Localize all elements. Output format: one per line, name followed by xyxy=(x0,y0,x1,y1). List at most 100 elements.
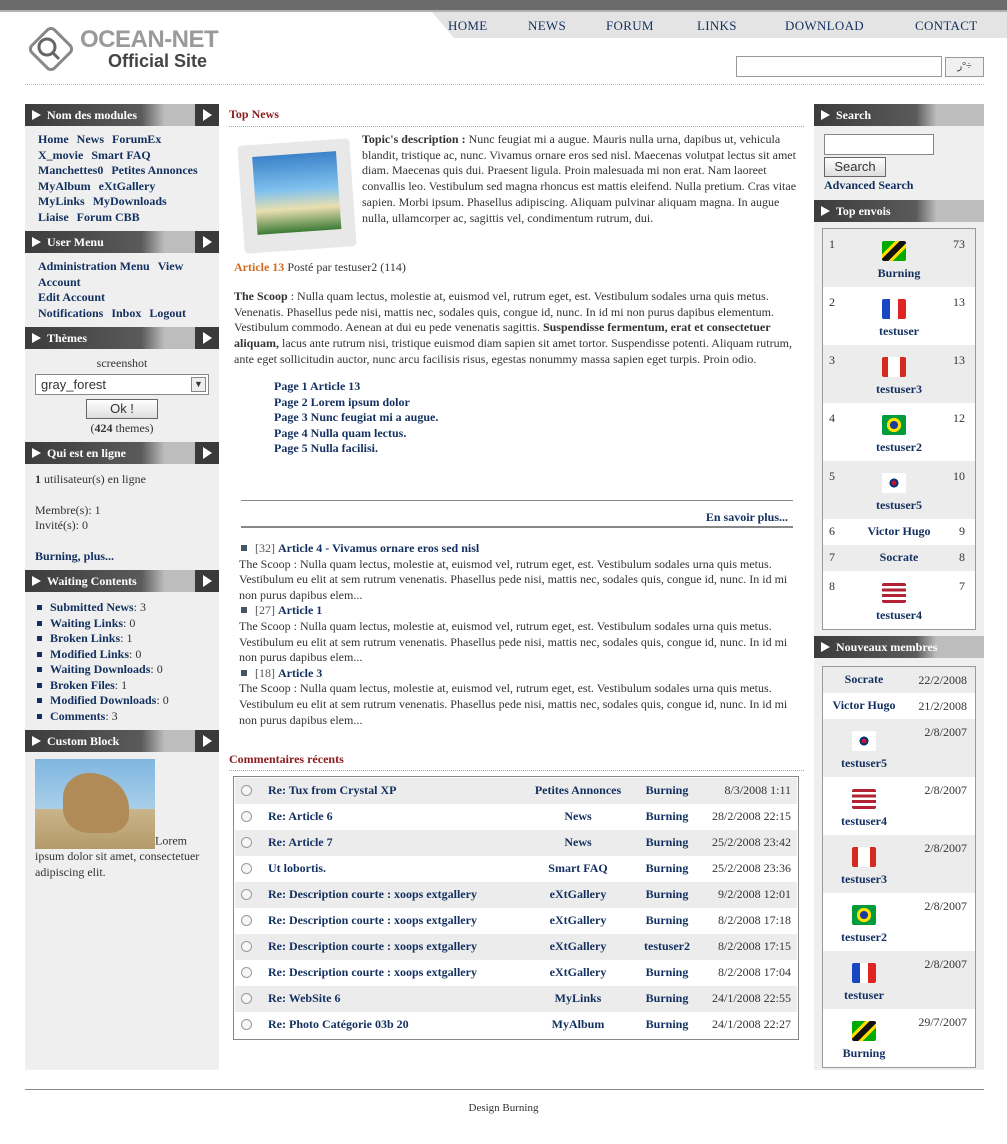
module-link-smartfaq[interactable]: Smart FAQ xyxy=(91,148,150,162)
collapse-arrow-icon[interactable] xyxy=(195,570,219,592)
table-row[interactable]: Re: WebSite 6 MyLinks Burning 24/1/2008 22:… xyxy=(235,986,797,1012)
logout-link[interactable]: Logout xyxy=(149,306,186,320)
page-link[interactable]: Page 2 Lorem ipsum dolor xyxy=(274,395,438,411)
waiting-item-link[interactable]: Modified Links xyxy=(50,647,129,661)
module-link-liaise[interactable]: Liaise xyxy=(38,210,69,224)
nav-contact[interactable]: CONTACT xyxy=(915,18,977,34)
member-name[interactable]: testuser4 xyxy=(823,814,905,829)
poster-name[interactable]: testuser3 xyxy=(823,382,975,397)
admin-menu-link[interactable]: Administration Menu xyxy=(38,259,150,273)
module-link-xmovie[interactable]: X_movie xyxy=(38,148,83,162)
member-name[interactable]: Victor Hugo xyxy=(823,698,905,713)
sidebar-search-input[interactable] xyxy=(824,134,934,155)
online-more-link[interactable]: Burning, plus... xyxy=(35,549,114,563)
waiting-item-link[interactable]: Broken Files xyxy=(50,678,115,692)
waiting-item-link[interactable]: Waiting Downloads xyxy=(50,662,150,676)
waiting-item-link[interactable]: Submitted News xyxy=(50,600,134,614)
news-item-link[interactable]: Article 3 xyxy=(278,666,322,680)
poster-name[interactable]: testuser5 xyxy=(823,498,975,513)
module-link-petites-annonces[interactable]: Petites Annonces xyxy=(111,163,197,177)
member-name[interactable]: testuser3 xyxy=(823,872,905,887)
member-name[interactable]: testuser2 xyxy=(823,930,905,945)
comment-user[interactable]: Burning xyxy=(635,960,699,984)
comment-title[interactable]: Re: Description courte : xoops extgaller… xyxy=(268,960,477,984)
nav-forum[interactable]: FORUM xyxy=(606,18,654,34)
table-row[interactable]: Re: Article 6 News Burning 28/2/2008 22:15 xyxy=(235,804,797,830)
poster-name[interactable]: testuser4 xyxy=(823,608,975,623)
comment-module[interactable]: MyAlbum xyxy=(518,1012,638,1036)
comment-module[interactable]: Smart FAQ xyxy=(518,856,638,880)
poster-name[interactable]: testuser2 xyxy=(823,440,975,455)
header-search-button[interactable]: ر°÷ xyxy=(945,57,984,77)
waiting-item-link[interactable]: Modified Downloads xyxy=(50,693,156,707)
comment-user[interactable]: Burning xyxy=(635,856,699,880)
comment-title[interactable]: Re: Article 6 xyxy=(268,804,333,828)
news-item-link[interactable]: Article 4 - Vivamus ornare eros sed nisl xyxy=(278,541,479,555)
comment-module[interactable]: eXtGallery xyxy=(518,882,638,906)
comment-title[interactable]: Re: WebSite 6 xyxy=(268,986,340,1010)
comment-module[interactable]: News xyxy=(518,830,638,854)
collapse-arrow-icon[interactable] xyxy=(195,327,219,349)
comment-title[interactable]: Re: Article 7 xyxy=(268,830,333,854)
chevron-down-icon[interactable]: ▼ xyxy=(191,376,206,392)
page-link[interactable]: Page 1 Article 13 xyxy=(274,379,438,395)
table-row[interactable]: Re: Tux from Crystal XP Petites Annonces B… xyxy=(235,778,797,804)
comment-module[interactable]: eXtGallery xyxy=(518,934,638,958)
comment-user[interactable]: Burning xyxy=(635,882,699,906)
comment-user[interactable]: Burning xyxy=(635,804,699,828)
member-name[interactable]: Burning xyxy=(823,1046,905,1061)
comment-title[interactable]: Re: Description courte : xoops extgaller… xyxy=(268,908,477,932)
module-link-forumex[interactable]: ForumEx xyxy=(112,132,161,146)
member-name[interactable]: testuser5 xyxy=(823,756,905,771)
collapse-arrow-icon[interactable] xyxy=(195,231,219,253)
collapse-arrow-icon[interactable] xyxy=(195,442,219,464)
poster-name[interactable]: Socrate xyxy=(823,550,975,565)
theme-ok-button[interactable]: Ok ! xyxy=(86,398,158,419)
edit-account-link[interactable]: Edit Account xyxy=(38,290,105,304)
table-row[interactable]: Re: Photo Catégorie 03b 20 MyAlbum Burning… xyxy=(235,1012,797,1038)
module-link-home[interactable]: Home xyxy=(38,132,69,146)
comment-user[interactable]: Burning xyxy=(635,908,699,932)
nav-download[interactable]: DOWNLOAD xyxy=(785,18,864,34)
poster-name[interactable]: Victor Hugo xyxy=(823,524,975,539)
notifications-link[interactable]: Notifications xyxy=(38,306,103,320)
advanced-search-link[interactable]: Advanced Search xyxy=(824,178,966,194)
comment-user[interactable]: Burning xyxy=(635,1012,699,1036)
theme-select[interactable]: gray_forest ▼ xyxy=(35,373,209,395)
news-item-link[interactable]: Article 1 xyxy=(278,603,322,617)
comment-module[interactable]: Petites Annonces xyxy=(518,778,638,802)
comment-module[interactable]: eXtGallery xyxy=(518,960,638,984)
site-logo[interactable]: OCEAN-NET Official Site xyxy=(26,22,226,78)
module-link-manchettes[interactable]: Manchettes0 xyxy=(38,163,103,177)
inbox-link[interactable]: Inbox xyxy=(111,306,141,320)
table-row[interactable]: Re: Description courte : xoops extgaller… xyxy=(235,882,797,908)
table-row[interactable]: Re: Description courte : xoops extgaller… xyxy=(235,908,797,934)
article-link[interactable]: Article 13 xyxy=(234,260,284,274)
collapse-arrow-icon[interactable] xyxy=(195,730,219,752)
comment-title[interactable]: Re: Description courte : xoops extgaller… xyxy=(268,882,477,906)
module-link-mylinks[interactable]: MyLinks xyxy=(38,194,85,208)
waiting-item-link[interactable]: Comments xyxy=(50,709,105,723)
nav-news[interactable]: NEWS xyxy=(528,18,566,34)
read-more-link[interactable]: En savoir plus... xyxy=(706,510,788,524)
page-link[interactable]: Page 5 Nulla facilisi. xyxy=(274,441,438,457)
poster-name[interactable]: Burning xyxy=(823,266,975,281)
comment-user[interactable]: testuser2 xyxy=(635,934,699,958)
comment-title[interactable]: Re: Description courte : xoops extgaller… xyxy=(268,934,477,958)
table-row[interactable]: Re: Description courte : xoops extgaller… xyxy=(235,960,797,986)
comment-title[interactable]: Re: Tux from Crystal XP xyxy=(268,778,396,802)
comment-user[interactable]: Burning xyxy=(635,830,699,854)
comment-module[interactable]: eXtGallery xyxy=(518,908,638,932)
comment-user[interactable]: Burning xyxy=(635,778,699,802)
comment-title[interactable]: Re: Photo Catégorie 03b 20 xyxy=(268,1012,409,1036)
module-link-extgallery[interactable]: eXtGallery xyxy=(99,179,156,193)
table-row[interactable]: Re: Article 7 News Burning 25/2/2008 23:42 xyxy=(235,830,797,856)
comment-module[interactable]: News xyxy=(518,804,638,828)
sidebar-search-button[interactable]: Search xyxy=(824,157,886,177)
module-link-myalbum[interactable]: MyAlbum xyxy=(38,179,91,193)
waiting-item-link[interactable]: Waiting Links xyxy=(50,616,123,630)
module-link-forumcbb[interactable]: Forum CBB xyxy=(77,210,140,224)
page-link[interactable]: Page 4 Nulla quam lectus. xyxy=(274,426,438,442)
comment-user[interactable]: Burning xyxy=(635,986,699,1010)
member-name[interactable]: Socrate xyxy=(823,672,905,687)
